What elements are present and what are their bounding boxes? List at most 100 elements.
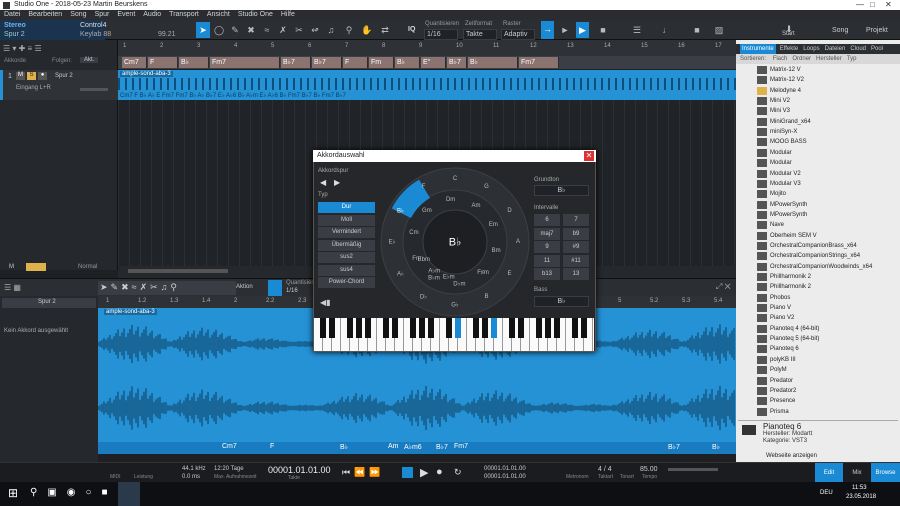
editor-chord[interactable]: A♭m6 [404, 443, 422, 451]
instrument-item[interactable]: polyKB III [770, 355, 796, 365]
edit-view-button[interactable]: Edit [815, 463, 843, 483]
chord-type-button[interactable]: sus4 [318, 264, 375, 276]
instrument-item[interactable]: Matrix-12 V [770, 65, 801, 75]
menu-item[interactable]: Studio One [238, 10, 273, 20]
instrument-item[interactable]: Modular V3 [770, 179, 801, 189]
circle-inner2-key[interactable]: Ebm [418, 257, 430, 263]
menu-item[interactable]: Spur [95, 10, 110, 20]
expand-icon[interactable]: ⤢ ✕ [716, 282, 731, 292]
instrument-item[interactable]: Phillharmonik 2 [770, 282, 811, 292]
piano-black-key[interactable] [329, 318, 335, 338]
instrument-item[interactable]: Mini V2 [770, 96, 790, 106]
piano-black-key[interactable] [347, 318, 353, 338]
circle-inner-key[interactable]: B♭m [428, 275, 440, 282]
interval-button[interactable]: 7 [563, 214, 589, 226]
editor-chord[interactable]: B♭7 [436, 443, 448, 451]
editor-chord[interactable]: B♭7 [668, 443, 680, 451]
menu-item[interactable]: Song [70, 10, 86, 20]
instrument-item[interactable]: Oberheim SEM V [770, 231, 817, 241]
instrument-item[interactable]: Predator [770, 376, 793, 386]
loop-left[interactable]: 00001.01.01.00 [484, 466, 526, 472]
menu-item[interactable]: Transport [169, 10, 199, 20]
circle-inner2-key[interactable]: E♭m [443, 274, 455, 281]
start-button[interactable]: Start [782, 31, 795, 37]
piano-black-key[interactable] [509, 318, 515, 338]
interval-button[interactable]: maj7 [534, 227, 560, 240]
sort-option[interactable]: Typ [847, 56, 857, 62]
projekt-button[interactable]: Projekt [866, 27, 888, 34]
sort-option[interactable]: Ordner [792, 56, 811, 62]
interval-button[interactable]: 11 [534, 254, 560, 267]
piano-black-key[interactable] [581, 318, 587, 338]
range-tool-button[interactable]: ◯ [212, 22, 226, 38]
paint-tool-button[interactable]: ≈ [260, 22, 274, 38]
minimize-icon[interactable]: — [856, 0, 864, 10]
instrument-item[interactable]: Pianoteq 4 (64-bit) [770, 324, 819, 334]
eraser-tool-button[interactable]: ✖ [244, 22, 258, 38]
instrument-item[interactable]: Predator2 [770, 386, 796, 396]
studio-one-taskbar-icon[interactable] [118, 482, 140, 506]
volume-slider[interactable] [80, 88, 108, 91]
timeline-ruler[interactable]: 1 2 3 4 5 6 7 8 9 10 11 12 13 14 15 16 17 [118, 40, 736, 56]
circle-outer-key[interactable]: A [516, 239, 520, 245]
instrument-item[interactable]: MPowerSynth [770, 210, 807, 220]
dialog-close-button[interactable]: ✕ [584, 151, 594, 161]
next-chord-button[interactable]: ▶ [334, 178, 340, 187]
piano-black-key[interactable] [491, 318, 497, 338]
editor-menu-icon[interactable]: ☰ ▦ [4, 283, 21, 292]
follow-select[interactable]: Akt. [80, 57, 99, 63]
quantize-button[interactable] [268, 280, 282, 296]
snap-toggle-button[interactable]: → [541, 21, 554, 39]
piano-black-key[interactable] [410, 318, 416, 338]
layout-icon[interactable]: ■ [596, 22, 610, 38]
editor-chord[interactable]: B♭ [340, 443, 348, 451]
instrument-item[interactable]: OrchestralCompanionBrass_x64 [770, 241, 857, 251]
chord-event[interactable]: Fm7 [210, 57, 280, 68]
snap-select[interactable]: Adaptiv [501, 29, 535, 40]
iq-label[interactable]: IQ [408, 26, 415, 33]
clock-date[interactable]: 23.05.2018 [846, 494, 876, 500]
circle-outer-key[interactable]: A♭ [397, 270, 404, 277]
circle-inner-key[interactable]: D♭m [453, 280, 465, 287]
interval-button[interactable]: 13 [563, 268, 589, 280]
instrument-item[interactable]: Presence [770, 396, 795, 406]
instrument-item[interactable]: Phobos [770, 293, 790, 303]
browser-tab[interactable]: Loops [802, 44, 820, 54]
menu-item[interactable]: Ansicht [207, 10, 230, 20]
instrument-item[interactable]: MiniGrand_x64 [770, 117, 811, 127]
circle-inner-key[interactable]: Bm [492, 248, 501, 254]
circle-inner-key[interactable]: Dm [446, 197, 455, 203]
chord-event[interactable]: B♭ [395, 57, 420, 68]
menu-item[interactable]: Event [117, 10, 135, 20]
circle-outer-key[interactable]: G [484, 184, 489, 190]
editor-chord[interactable]: Am [388, 443, 399, 450]
instrument-item[interactable]: Mini V3 [770, 106, 790, 116]
instrument-item[interactable]: Mojito [770, 189, 786, 199]
prev-chord-button[interactable]: ◀ [320, 178, 326, 187]
instrument-item[interactable]: OrchestralCompanionStrings_x64 [770, 251, 860, 261]
console-icon[interactable]: ☰ [630, 22, 644, 38]
chord-event[interactable]: E° [421, 57, 446, 68]
time-signature[interactable]: 4 / 4 [598, 466, 612, 473]
instrument-item[interactable]: MPowerSynth [770, 200, 807, 210]
instrument-item[interactable]: Piano V2 [770, 313, 794, 323]
loop-icon[interactable]: ↻ [454, 467, 462, 478]
chord-event[interactable]: F [148, 57, 178, 68]
sort-option[interactable]: Flach [773, 56, 788, 62]
autoscroll-button[interactable]: ▶ [576, 22, 589, 38]
hand-tool-button[interactable]: ✋ [360, 22, 374, 38]
piano-black-key[interactable] [482, 318, 488, 338]
instrument-item[interactable]: MOOG BASS [770, 137, 807, 147]
interval-button[interactable]: b13 [534, 268, 560, 280]
chord-type-button[interactable]: Übermäßig [318, 239, 375, 251]
quantize-select[interactable]: 1/16 [424, 29, 458, 40]
chord-type-button[interactable]: Dur [318, 202, 375, 213]
solo-button[interactable]: S [27, 72, 36, 80]
interval-button[interactable]: #11 [563, 254, 589, 267]
mix-view-button[interactable]: Mix [843, 463, 871, 483]
chord-event[interactable]: B♭7 [312, 57, 342, 68]
cursor-follow-icon[interactable]: ► [558, 22, 572, 38]
mixer-m-label[interactable]: M [9, 264, 14, 270]
piano-black-key[interactable] [554, 318, 560, 338]
stop-button[interactable] [402, 467, 413, 478]
